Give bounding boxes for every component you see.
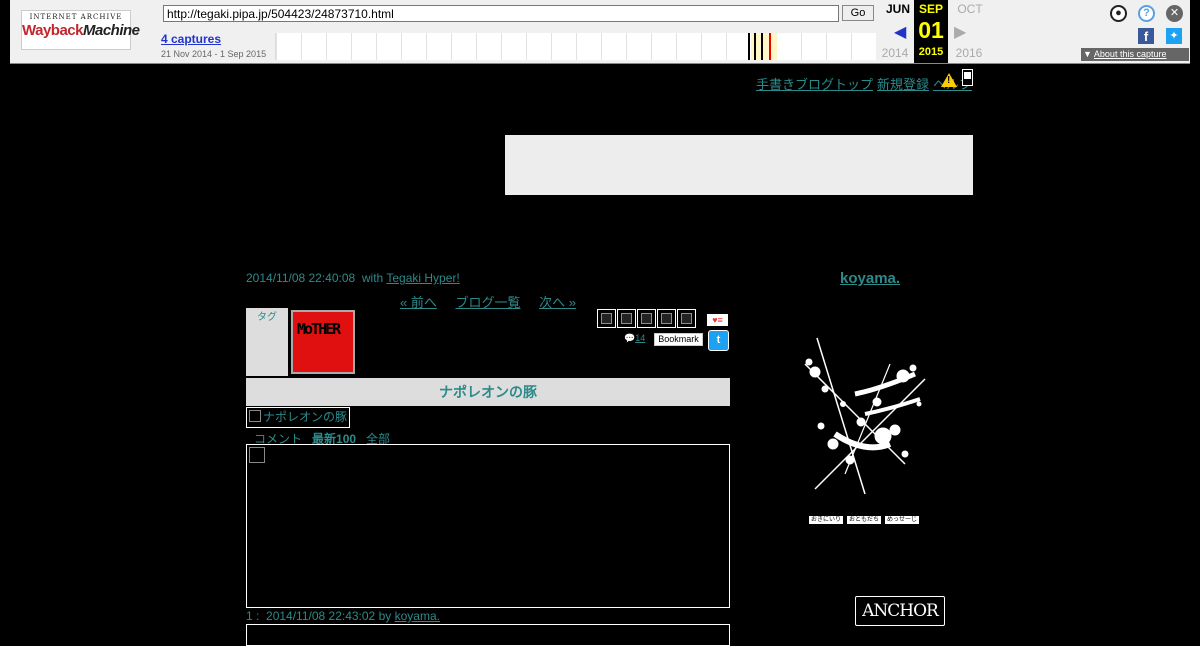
logo-line1: INTERNET ARCHIVE xyxy=(29,13,123,21)
comment-image-frame xyxy=(246,624,730,646)
nav-blog-top[interactable]: 手書きブログトップ xyxy=(756,77,873,92)
mobile-icon[interactable] xyxy=(962,69,973,86)
facebook-icon[interactable]: f xyxy=(1138,28,1154,44)
comment-count[interactable]: 💬14 xyxy=(624,333,645,344)
post-image[interactable]: ナポレオンの豚 xyxy=(246,407,351,428)
prev-post-link[interactable]: « 前へ xyxy=(400,295,437,310)
captures-link[interactable]: 4 captures xyxy=(161,32,221,46)
share-image-icon[interactable] xyxy=(677,309,696,328)
author-name-link[interactable]: koyama. xyxy=(840,270,900,287)
nav-register[interactable]: 新規登録 xyxy=(877,77,929,92)
share-image-icon[interactable] xyxy=(637,309,656,328)
bookmark-button[interactable]: Bookmark xyxy=(654,333,703,346)
logo-line2: WaybackMachine xyxy=(22,22,140,39)
author-avatar[interactable] xyxy=(795,334,935,504)
current-day: 01 xyxy=(918,17,944,43)
chevron-down-icon: ▼ xyxy=(1083,49,1094,59)
share-buttons xyxy=(597,309,697,333)
post-navigation: « 前へ ブログ一覧 次へ » xyxy=(400,292,591,311)
post-image-alt: ナポレオンの豚 xyxy=(263,410,348,424)
comment-number: 1 : xyxy=(246,609,260,623)
next-capture-arrow-icon: ▶ xyxy=(954,24,967,41)
tab-favorites[interactable]: おきにいり xyxy=(809,516,844,524)
post-thumbnail[interactable]: MoTHER xyxy=(291,310,355,374)
wayback-logo[interactable]: INTERNET ARCHIVE WaybackMachine xyxy=(21,10,140,50)
like-button[interactable]: ♥≡ xyxy=(707,314,728,326)
next-year: 2016 xyxy=(955,46,983,60)
next-month: OCT xyxy=(957,2,983,16)
about-capture-button[interactable]: ▼ About this capture xyxy=(1081,48,1189,61)
post-with-prefix: with xyxy=(361,271,384,285)
comment-author-link[interactable]: koyama. xyxy=(395,609,440,623)
prev-year[interactable]: 2014 xyxy=(878,46,912,60)
thumbnail-text: MoTHER xyxy=(297,320,341,338)
share-image-icon[interactable] xyxy=(597,309,616,328)
sparkline-bar xyxy=(754,33,756,60)
tag-box: タグ xyxy=(246,308,288,376)
share-image-icon[interactable] xyxy=(617,309,636,328)
share-image-icon[interactable] xyxy=(657,309,676,328)
comment-header: 1 : 2014/11/08 22:43:02 by koyama. xyxy=(246,609,440,623)
captures-range: 21 Nov 2014 - 1 Sep 2015 xyxy=(161,49,267,59)
top-navigation: 手書きブログトップ 新規登録 ヘルプ xyxy=(752,74,972,93)
anchor-logo[interactable]: ANCHOR xyxy=(855,596,945,626)
comment-date: 2014/11/08 22:43:02 xyxy=(266,609,376,623)
wayback-toolbar: INTERNET ARCHIVE WaybackMachine Go 4 cap… xyxy=(10,0,1190,64)
sparkline-bar xyxy=(748,33,750,60)
tab-friends[interactable]: おともだち xyxy=(847,516,882,524)
about-label: About this capture xyxy=(1093,49,1167,59)
twitter-share-icon[interactable]: t xyxy=(708,330,729,351)
help-icon[interactable]: ? xyxy=(1138,5,1155,22)
prev-capture-arrow-icon[interactable]: ◀ xyxy=(894,22,906,42)
next-post-link[interactable]: 次へ » xyxy=(539,295,576,310)
go-button[interactable]: Go xyxy=(842,5,874,21)
post-date: 2014/11/08 22:40:08 with Tegaki Hyper! xyxy=(246,271,460,285)
sparkline-bar xyxy=(761,33,763,60)
post-title: ナポレオンの豚 xyxy=(246,378,730,406)
close-icon[interactable]: ✕ xyxy=(1166,5,1183,22)
broken-image-icon xyxy=(249,447,265,463)
tab-message[interactable]: めっせーじ xyxy=(885,516,920,524)
blog-list-link[interactable]: ブログ一覧 xyxy=(455,295,520,310)
twitter-icon[interactable]: ✦ xyxy=(1166,28,1182,44)
profile-tabs: おきにいり おともだち めっせーじ xyxy=(809,508,923,526)
comment-by: by xyxy=(378,609,392,623)
current-year: 2015 xyxy=(918,46,944,58)
speech-bubble-icon: 💬 xyxy=(624,333,636,343)
broken-image-icon xyxy=(249,410,261,422)
warning-icon[interactable]: ! xyxy=(941,73,957,87)
tegaki-hyper-link[interactable]: Tegaki Hyper! xyxy=(386,271,459,285)
current-month: SEP xyxy=(918,2,943,16)
ad-banner xyxy=(505,135,973,195)
url-input[interactable] xyxy=(163,5,839,22)
post-date-text: 2014/11/08 22:40:08 xyxy=(246,271,356,285)
capture-sparkline[interactable] xyxy=(275,33,876,60)
prev-month[interactable]: JUN xyxy=(878,2,918,16)
comment-image-frame xyxy=(246,444,730,608)
sparkline-current xyxy=(769,33,771,60)
tag-label: タグ xyxy=(257,312,277,323)
user-icon[interactable]: ● xyxy=(1110,5,1127,22)
